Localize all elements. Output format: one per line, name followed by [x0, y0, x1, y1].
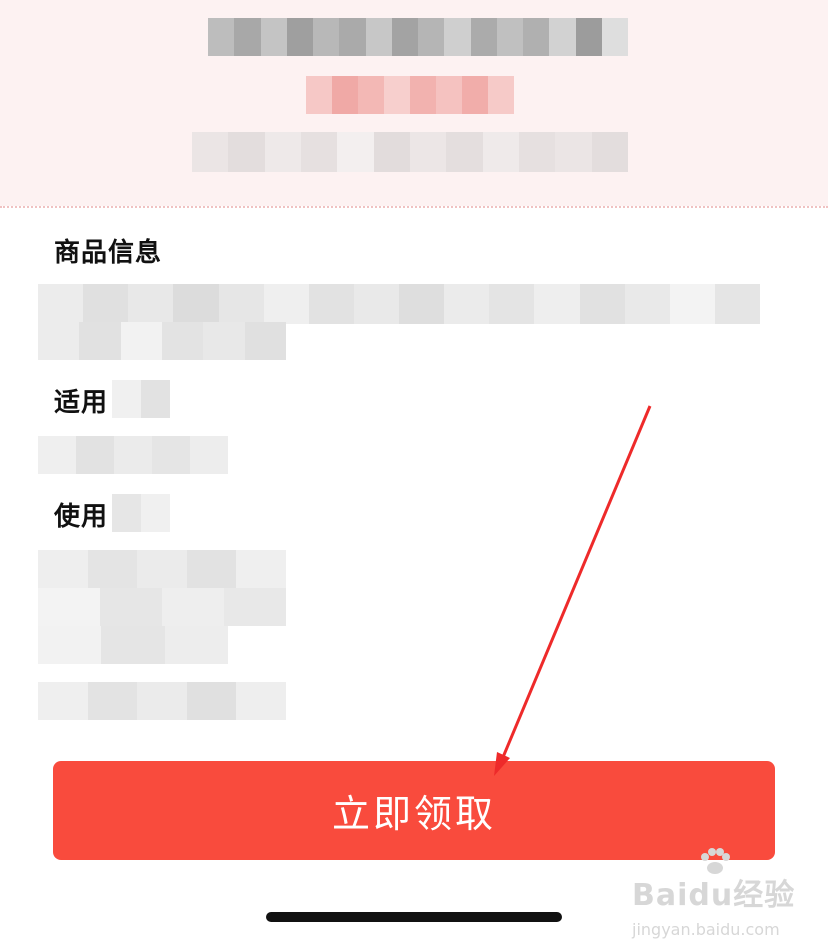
coupon-title-blurred [208, 18, 628, 56]
coupon-value-blurred [306, 76, 514, 114]
applicable-heading-blurred [112, 380, 170, 418]
claim-now-button[interactable]: 立即领取 [53, 761, 775, 860]
usage-heading-blurred [112, 494, 170, 532]
goods-info-heading: 商品信息 [54, 238, 163, 268]
coupon-validity-blurred [192, 132, 628, 172]
coupon-header-card [0, 0, 828, 206]
applicable-text-blurred [38, 436, 228, 474]
applicable-heading: 适用 [54, 388, 109, 418]
goods-info-text2-blurred [38, 322, 286, 360]
card-divider [0, 206, 828, 208]
watermark-url: jingyan.baidu.com [632, 920, 780, 939]
usage-text-blurred [38, 550, 286, 720]
paw-icon [701, 848, 730, 874]
usage-heading: 使用 [54, 502, 109, 532]
baidu-watermark: Baidu经验 jingyan.baidu.com [632, 848, 802, 939]
goods-info-text-blurred [38, 284, 760, 324]
home-indicator[interactable] [266, 912, 562, 922]
watermark-brand: Baidu经验 [632, 878, 796, 913]
